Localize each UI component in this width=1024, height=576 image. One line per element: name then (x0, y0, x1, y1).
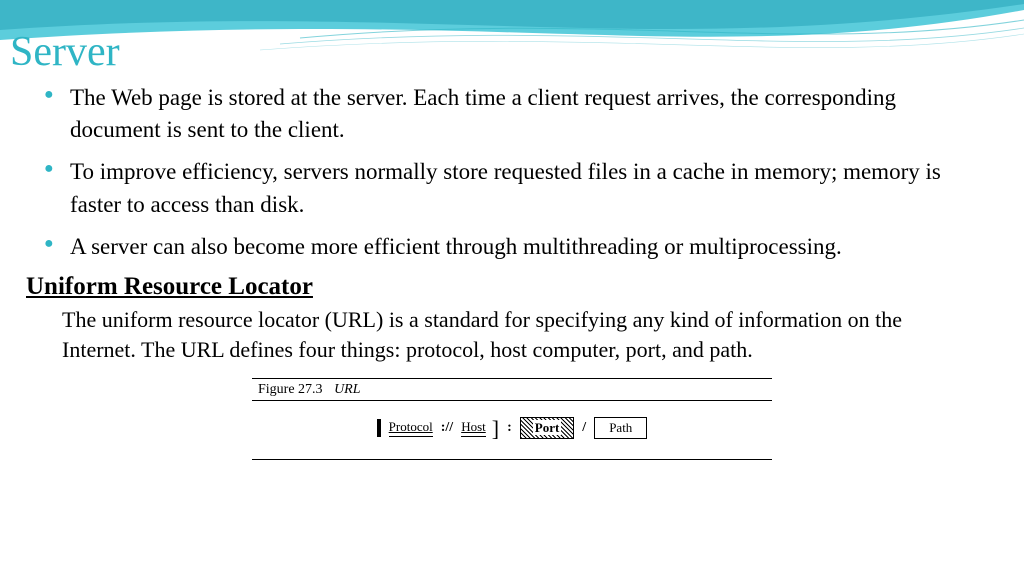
port-field: Port (520, 417, 575, 439)
figure-caption: Figure 27.3 URL (252, 379, 772, 401)
bullet-list: The Web page is stored at the server. Ea… (40, 82, 984, 263)
separator-scheme: :// (439, 420, 455, 436)
bullet-item: A server can also become more efficient … (66, 231, 984, 263)
separator-colon: : (505, 420, 514, 436)
protocol-field: Protocol (389, 419, 433, 437)
figure: Figure 27.3 URL Protocol :// Host ] : Po… (252, 378, 772, 460)
bracket-close-icon: ] (492, 416, 499, 442)
slide-title: Server (0, 0, 1024, 76)
cursor-icon (377, 419, 381, 437)
path-field: Path (594, 417, 647, 439)
figure-number: Figure 27.3 (258, 382, 323, 397)
separator-slash: / (580, 420, 588, 436)
slide-content: The Web page is stored at the server. Ea… (0, 76, 1024, 460)
figure-body: Protocol :// Host ] : Port / Path (252, 401, 772, 459)
bullet-item: The Web page is stored at the server. Ea… (66, 82, 984, 146)
url-subheading: Uniform Resource Locator (26, 273, 984, 301)
figure-title: URL (334, 382, 360, 397)
figure-container: Figure 27.3 URL Protocol :// Host ] : Po… (252, 378, 772, 460)
host-field: Host (461, 419, 486, 437)
bullet-item: To improve efficiency, servers normally … (66, 156, 984, 220)
url-description: The uniform resource locator (URL) is a … (62, 305, 964, 364)
